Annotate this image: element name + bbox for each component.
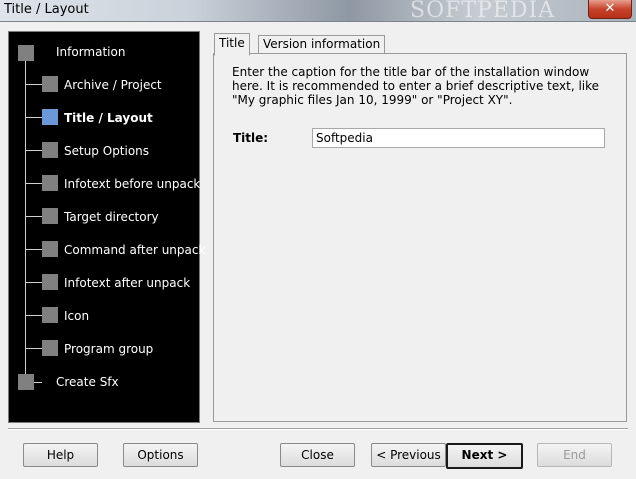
watermark: SOFTPEDIA (410, 0, 556, 23)
nav-item-command-after-unpack[interactable]: Command after unpack (64, 243, 205, 257)
tab-panel (213, 53, 627, 422)
tree-connector (26, 150, 42, 151)
options-button[interactable]: Options (123, 443, 198, 467)
description-text: Enter the caption for the title bar of t… (232, 65, 600, 107)
tree-connector (26, 84, 42, 85)
tree-connector (26, 348, 42, 349)
nav-item-infotext-after-unpack[interactable]: Infotext after unpack (64, 276, 190, 290)
nav-item-information[interactable]: Information (56, 45, 125, 59)
step-icon-information (18, 45, 34, 61)
tree-connector (26, 315, 42, 316)
end-button[interactable]: End (537, 443, 612, 467)
tree-connector (26, 117, 42, 118)
step-icon-setup-options (42, 142, 58, 158)
close-button[interactable]: Close (280, 443, 355, 467)
title-field-label: Title: (233, 131, 269, 145)
tree-connector (26, 249, 42, 250)
nav-item-title-layout[interactable]: Title / Layout (64, 111, 153, 125)
help-button[interactable]: Help (23, 443, 98, 467)
step-icon-target-directory (42, 208, 58, 224)
title-bar: Title / Layout SOFTPEDIA ✕ (0, 0, 636, 23)
step-icon-infotext-after (42, 274, 58, 290)
step-icon-command-after (42, 241, 58, 257)
step-icon-icon (42, 307, 58, 323)
tab-title[interactable]: Title (214, 33, 250, 56)
nav-item-target-directory[interactable]: Target directory (64, 210, 159, 224)
title-input[interactable] (312, 128, 605, 148)
tab-version-information[interactable]: Version information (258, 35, 386, 53)
window-close-button[interactable]: ✕ (588, 0, 632, 19)
step-icon-title-layout (42, 109, 58, 125)
nav-item-program-group[interactable]: Program group (64, 342, 153, 356)
step-icon-program-group (42, 340, 58, 356)
footer-separator (8, 428, 628, 430)
nav-item-setup-options[interactable]: Setup Options (64, 144, 149, 158)
step-navigation: Information Archive / Project Title / La… (8, 31, 205, 423)
nav-item-create-sfx[interactable]: Create Sfx (56, 375, 119, 389)
nav-item-icon[interactable]: Icon (64, 309, 89, 323)
step-icon-create-sfx (18, 374, 34, 390)
tree-connector (26, 183, 42, 184)
tree-line (25, 53, 26, 383)
nav-item-archive-project[interactable]: Archive / Project (64, 78, 162, 92)
step-icon-infotext-before (42, 175, 58, 191)
next-button[interactable]: Next > (446, 443, 523, 469)
nav-item-infotext-before-unpack[interactable]: Infotext before unpack (64, 177, 200, 191)
tree-connector (26, 216, 42, 217)
step-icon-archive-project (42, 76, 58, 92)
previous-button[interactable]: < Previous (371, 443, 446, 467)
window-title: Title / Layout (4, 2, 89, 17)
tree-connector (26, 282, 42, 283)
